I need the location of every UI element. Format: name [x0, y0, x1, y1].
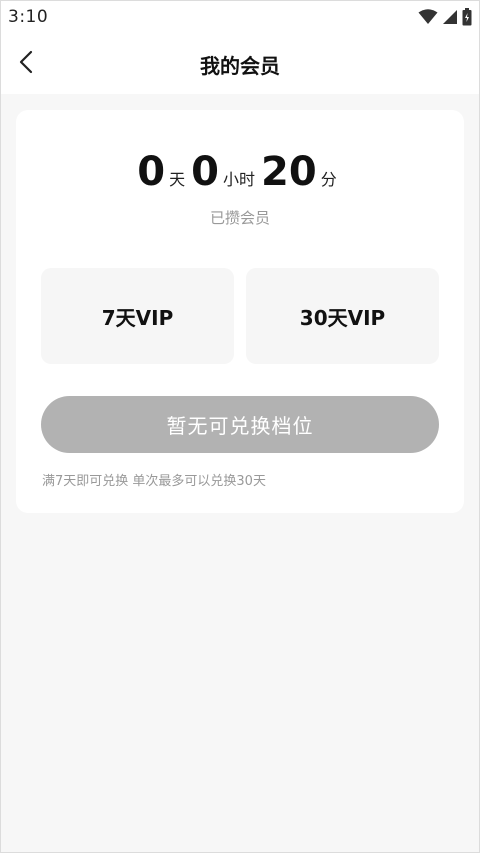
redeem-hint: 满7天即可兑换 单次最多可以兑换30天 [42, 474, 266, 489]
redeem-button[interactable]: 暂无可兑换档位 [41, 396, 439, 453]
membership-caption: 已攒会员 [209, 209, 270, 227]
app-bar: 我的会员 [0, 34, 480, 94]
status-time: 3:10 [8, 7, 49, 27]
minutes-unit: 分 [320, 170, 337, 189]
status-icons [418, 8, 472, 26]
membership-time: 0 天 0 小时 20 分 [16, 152, 464, 192]
back-button[interactable] [10, 48, 42, 80]
wifi-icon [418, 9, 438, 25]
status-bar: 3:10 [0, 0, 480, 34]
chevron-left-icon [19, 50, 33, 78]
days-unit: 天 [169, 170, 186, 189]
hours-unit: 小时 [223, 170, 256, 189]
vip-option-30-days[interactable]: 30天VIP [246, 268, 439, 364]
minutes-value: 20 [261, 149, 317, 195]
days-value: 0 [137, 149, 166, 195]
signal-icon [442, 9, 458, 25]
vip-option-7-days[interactable]: 7天VIP [41, 268, 234, 364]
vip-options: 7天VIP 30天VIP [41, 268, 439, 364]
hours-value: 0 [191, 149, 219, 195]
page-title: 我的会员 [200, 53, 280, 78]
battery-icon [462, 8, 472, 26]
membership-card: 0 天 0 小时 20 分 已攒会员 7天VIP 30天VIP 暂无可兑换档位 … [16, 110, 464, 513]
